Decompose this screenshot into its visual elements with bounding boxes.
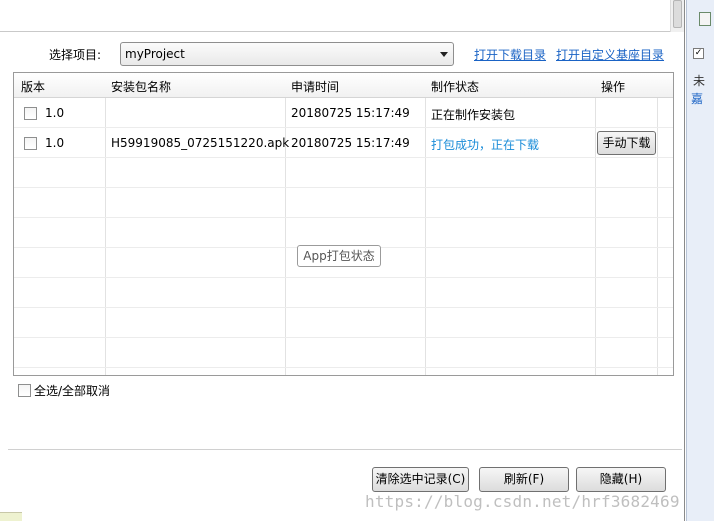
app-package-status-label: App打包状态: [297, 245, 381, 267]
row-status: 打包成功，正在下载: [431, 138, 540, 152]
background-link[interactable]: 嘉: [691, 90, 703, 107]
header-request-time[interactable]: 申请时间: [291, 78, 339, 95]
footer-divider: [8, 449, 682, 450]
background-text: 未: [693, 74, 706, 88]
watermark: https://blog.csdn.net/hrf3682469: [365, 492, 680, 511]
project-select[interactable]: myProject: [120, 42, 454, 66]
row-request-time: 20180725 15:17:49: [291, 136, 410, 150]
table-row-empty: [14, 278, 673, 308]
project-select-value: myProject: [125, 47, 185, 61]
phone-icon: [699, 12, 711, 26]
table-row-empty: [14, 158, 673, 188]
table-header: 版本 安装包名称 申请时间 制作状态 操作: [14, 73, 673, 98]
row-checkbox[interactable]: [24, 107, 37, 120]
top-panel: [0, 0, 684, 32]
row-version: 1.0: [45, 136, 65, 150]
header-package-name[interactable]: 安装包名称: [111, 78, 171, 95]
hide-button[interactable]: 隐藏(H): [576, 467, 666, 492]
open-download-dir-link[interactable]: 打开下载目录: [474, 46, 546, 63]
header-status[interactable]: 制作状态: [431, 78, 479, 95]
background-window: ✓ 未 嘉: [686, 0, 714, 521]
table-row: 1.0 H59919085_0725151220.apk 20180725 15…: [14, 128, 673, 158]
table-row-empty: [14, 308, 673, 338]
select-all-label[interactable]: 全选/全部取消: [34, 382, 110, 399]
background-strip: [0, 512, 22, 521]
row-status: 正在制作安装包: [431, 108, 516, 122]
open-custom-base-dir-link[interactable]: 打开自定义基座目录: [556, 46, 664, 63]
package-status-table: 版本 安装包名称 申请时间 制作状态 操作 1.0 20180725 15:17…: [13, 72, 674, 376]
row-request-time: 20180725 15:17:49: [291, 106, 410, 120]
row-version: 1.0: [45, 106, 65, 120]
row-package-name: H59919085_0725151220.apk: [111, 136, 290, 150]
clear-selected-button[interactable]: 清除选中记录(C): [372, 467, 469, 492]
project-label: 选择项目:: [49, 48, 102, 62]
top-scrollbar[interactable]: [670, 0, 684, 32]
select-all-checkbox[interactable]: [18, 384, 31, 397]
chevron-down-icon[interactable]: [440, 52, 448, 57]
table-row: 1.0 20180725 15:17:49 正在制作安装包: [14, 98, 673, 128]
table-row-empty: [14, 188, 673, 218]
background-checkbox[interactable]: ✓: [693, 48, 704, 59]
header-version[interactable]: 版本: [21, 78, 45, 95]
manual-download-button[interactable]: 手动下载: [597, 131, 656, 155]
scrollbar-thumb[interactable]: [673, 0, 682, 28]
table-row-empty: [14, 218, 673, 248]
row-checkbox[interactable]: [24, 137, 37, 150]
header-action[interactable]: 操作: [601, 78, 625, 95]
app-package-dialog: 选择项目: myProject 打开下载目录 打开自定义基座目录 版本 安装包名…: [0, 0, 685, 521]
table-row-empty: [14, 338, 673, 368]
refresh-button[interactable]: 刷新(F): [479, 467, 569, 492]
